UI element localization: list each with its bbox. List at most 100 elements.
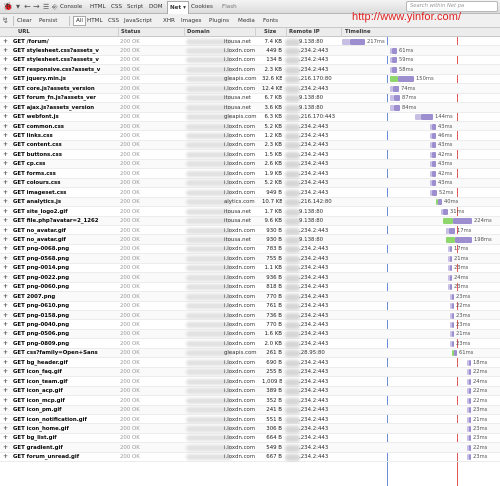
request-url[interactable]: GET forms.css (13, 171, 117, 178)
expand-icon[interactable]: + (3, 142, 9, 149)
request-url[interactable]: GET icon_mcp.gif (13, 398, 117, 405)
request-row[interactable]: + GET icon_notification.gif 200 OK i.loxdn.… (0, 415, 500, 425)
request-row[interactable]: + GET imageset.css 200 OK i.loxdn.com 949 B.… (0, 188, 500, 198)
timing-bar-receive[interactable] (455, 236, 472, 243)
filter-all[interactable]: All (73, 16, 86, 26)
request-url[interactable]: GET file.php?avatar=2_1262 (13, 218, 117, 225)
request-row[interactable]: + GET png-0060.png 200 OK i.loxdn.com 818 B.… (0, 283, 500, 293)
expand-icon[interactable]: + (3, 180, 9, 187)
tab-dom[interactable]: DOM (149, 3, 163, 11)
timing-bar-wait[interactable] (390, 95, 394, 102)
expand-icon[interactable]: + (3, 388, 9, 395)
request-row[interactable]: + GET png-0158.png 200 OK i.loxdn.com 736 B.… (0, 311, 500, 321)
request-row[interactable]: + GET cp.css 200 OK i.loxdn.com 2.6 KB .234.2… (0, 159, 500, 170)
request-url[interactable]: GET icon_acp.gif (13, 388, 117, 395)
expand-icon[interactable]: + (3, 369, 9, 376)
request-url[interactable]: GET png-0014.png (13, 265, 117, 272)
timing-bar-receive[interactable] (469, 397, 471, 404)
request-url[interactable]: GET png-0068.png (13, 246, 117, 253)
timing-bar-receive[interactable] (453, 218, 472, 225)
request-row[interactable]: + GET forum_unread.gif 200 OK i.loxdn.com 66… (0, 453, 500, 463)
request-row[interactable]: + GET jquery.min.js 200 OK gleapis.com 32.6 … (0, 75, 500, 85)
timing-bar-receive[interactable] (393, 104, 400, 111)
request-row[interactable]: + GET /forum/200 OK itousa.net 7.4 KB 9.138:… (0, 37, 500, 47)
timing-bar-receive[interactable] (452, 331, 454, 338)
filter-fonts[interactable]: Fonts (263, 17, 278, 25)
filter-javascript[interactable]: JavaScript (124, 17, 152, 25)
expand-icon[interactable]: + (3, 275, 9, 282)
request-row[interactable]: + GET png-0809.png 200 OK i.loxdn.com 2.0 KB… (0, 339, 500, 349)
timing-bar-receive[interactable] (432, 189, 437, 196)
request-url[interactable]: GET no_avatar.gif (13, 228, 117, 235)
request-row[interactable]: + GET gradient.gif 200 OK i.loxdn.com 549 B.… (0, 443, 500, 453)
timing-bar-wait[interactable] (390, 104, 394, 111)
request-row[interactable]: + GET analytics.js 200 OK alytics.com 10.7 K… (0, 197, 500, 208)
timing-bar-receive[interactable] (392, 57, 397, 64)
request-row[interactable]: + GET png-0506.png 200 OK i.loxdn.com 1.6 KB… (0, 329, 500, 340)
expand-icon[interactable]: + (3, 398, 9, 405)
request-row[interactable]: + GET ajax.js?assets_version 200 OK itousa.… (0, 103, 500, 113)
request-url[interactable]: GET no_avatar.gif (13, 237, 117, 244)
request-url[interactable]: GET site_logo2.gif (13, 209, 117, 216)
request-url[interactable]: GET icon_team.gif (13, 379, 117, 386)
timing-bar-receive[interactable] (469, 416, 471, 423)
request-row[interactable]: + GET bg_list.gif 200 OK i.loxdn.com 664 B .2… (0, 434, 500, 444)
timing-bar-receive[interactable] (432, 151, 436, 158)
timing-bar-receive[interactable] (450, 255, 452, 262)
timing-bar-receive[interactable] (452, 303, 454, 310)
request-row[interactable]: + GET png-0040.png 200 OK i.loxdn.com 770 B.… (0, 321, 500, 330)
inspect-icon[interactable]: ☰ (43, 2, 49, 12)
filter-css[interactable]: CSS (108, 17, 119, 25)
request-url[interactable]: GET gradient.gif (13, 445, 117, 452)
expand-icon[interactable]: + (3, 161, 9, 168)
expand-icon[interactable]: + (3, 171, 9, 178)
tab-html[interactable]: HTML (90, 3, 106, 11)
request-url[interactable]: GET ajax.js?assets_version (13, 105, 117, 112)
timing-bar-receive[interactable] (469, 359, 471, 366)
timing-bar-receive[interactable] (393, 95, 400, 102)
timing-bar-receive[interactable] (432, 133, 436, 139)
expand-icon[interactable]: + (3, 95, 9, 102)
expand-icon[interactable]: + (3, 379, 9, 386)
timing-bar-receive[interactable] (469, 407, 471, 414)
expand-icon[interactable]: + (3, 322, 9, 329)
expand-icon[interactable]: + (3, 190, 9, 197)
request-url[interactable]: GET jquery.min.js (13, 76, 117, 83)
expand-icon[interactable]: + (3, 57, 9, 64)
tab-console[interactable]: Console (60, 3, 82, 11)
timing-bar-receive[interactable] (432, 170, 436, 177)
request-row[interactable]: + GET site_logo2.gif 200 OK itousa.net 1.7 K… (0, 207, 500, 217)
column-header-status[interactable]: Status (121, 29, 140, 36)
request-url[interactable]: GET icon_notification.gif (13, 417, 117, 424)
request-row[interactable]: + GET stylesheet.css?assets_v 200 OK i.loxd… (0, 56, 500, 66)
timing-bar-receive[interactable] (393, 85, 399, 92)
request-row[interactable]: + GET icon_home.gif 200 OK i.loxdn.com 306 B… (0, 424, 500, 434)
request-row[interactable]: + GET colours.css 200 OK i.loxdn.com 5.2 KB.… (0, 178, 500, 189)
timing-bar-receive[interactable] (452, 322, 454, 328)
timing-bar-receive[interactable] (469, 444, 471, 451)
tab-flash[interactable]: Flash (222, 3, 237, 11)
expand-icon[interactable]: + (3, 426, 9, 433)
chevron-down-icon[interactable]: ▾ (16, 2, 20, 12)
request-row[interactable]: + GET css?family=Open+Sans 200 OK gleapis.c… (0, 348, 500, 359)
timing-bar-receive[interactable] (469, 378, 471, 385)
expand-icon[interactable]: + (3, 313, 9, 320)
column-header-remote-ip[interactable]: Remote IP (289, 29, 320, 36)
request-url[interactable]: GET png-0158.png (13, 313, 117, 320)
request-url[interactable]: GET png-0040.png (13, 322, 117, 329)
clear-button[interactable]: Clear (17, 17, 32, 25)
expand-icon[interactable]: + (3, 86, 9, 93)
timing-bar-receive[interactable] (450, 284, 452, 291)
timing-bar-receive[interactable] (421, 114, 433, 121)
timing-bar-receive[interactable] (432, 142, 436, 149)
request-url[interactable]: GET png-0610.png (13, 303, 117, 310)
expand-icon[interactable]: + (3, 67, 9, 74)
request-url[interactable]: GET css?family=Open+Sans (13, 350, 117, 357)
request-row[interactable]: + GET icon_mcp.gif 200 OK i.loxdn.com 352 B.… (0, 396, 500, 406)
expand-icon[interactable]: + (3, 199, 9, 206)
request-url[interactable]: GET icon_home.gif (13, 426, 117, 433)
request-url[interactable]: GET stylesheet.css?assets_v (13, 48, 117, 55)
request-url[interactable]: GET stylesheet.css?assets_v (13, 57, 117, 64)
timing-bar-receive[interactable] (443, 208, 448, 215)
expand-icon[interactable]: + (3, 256, 9, 263)
